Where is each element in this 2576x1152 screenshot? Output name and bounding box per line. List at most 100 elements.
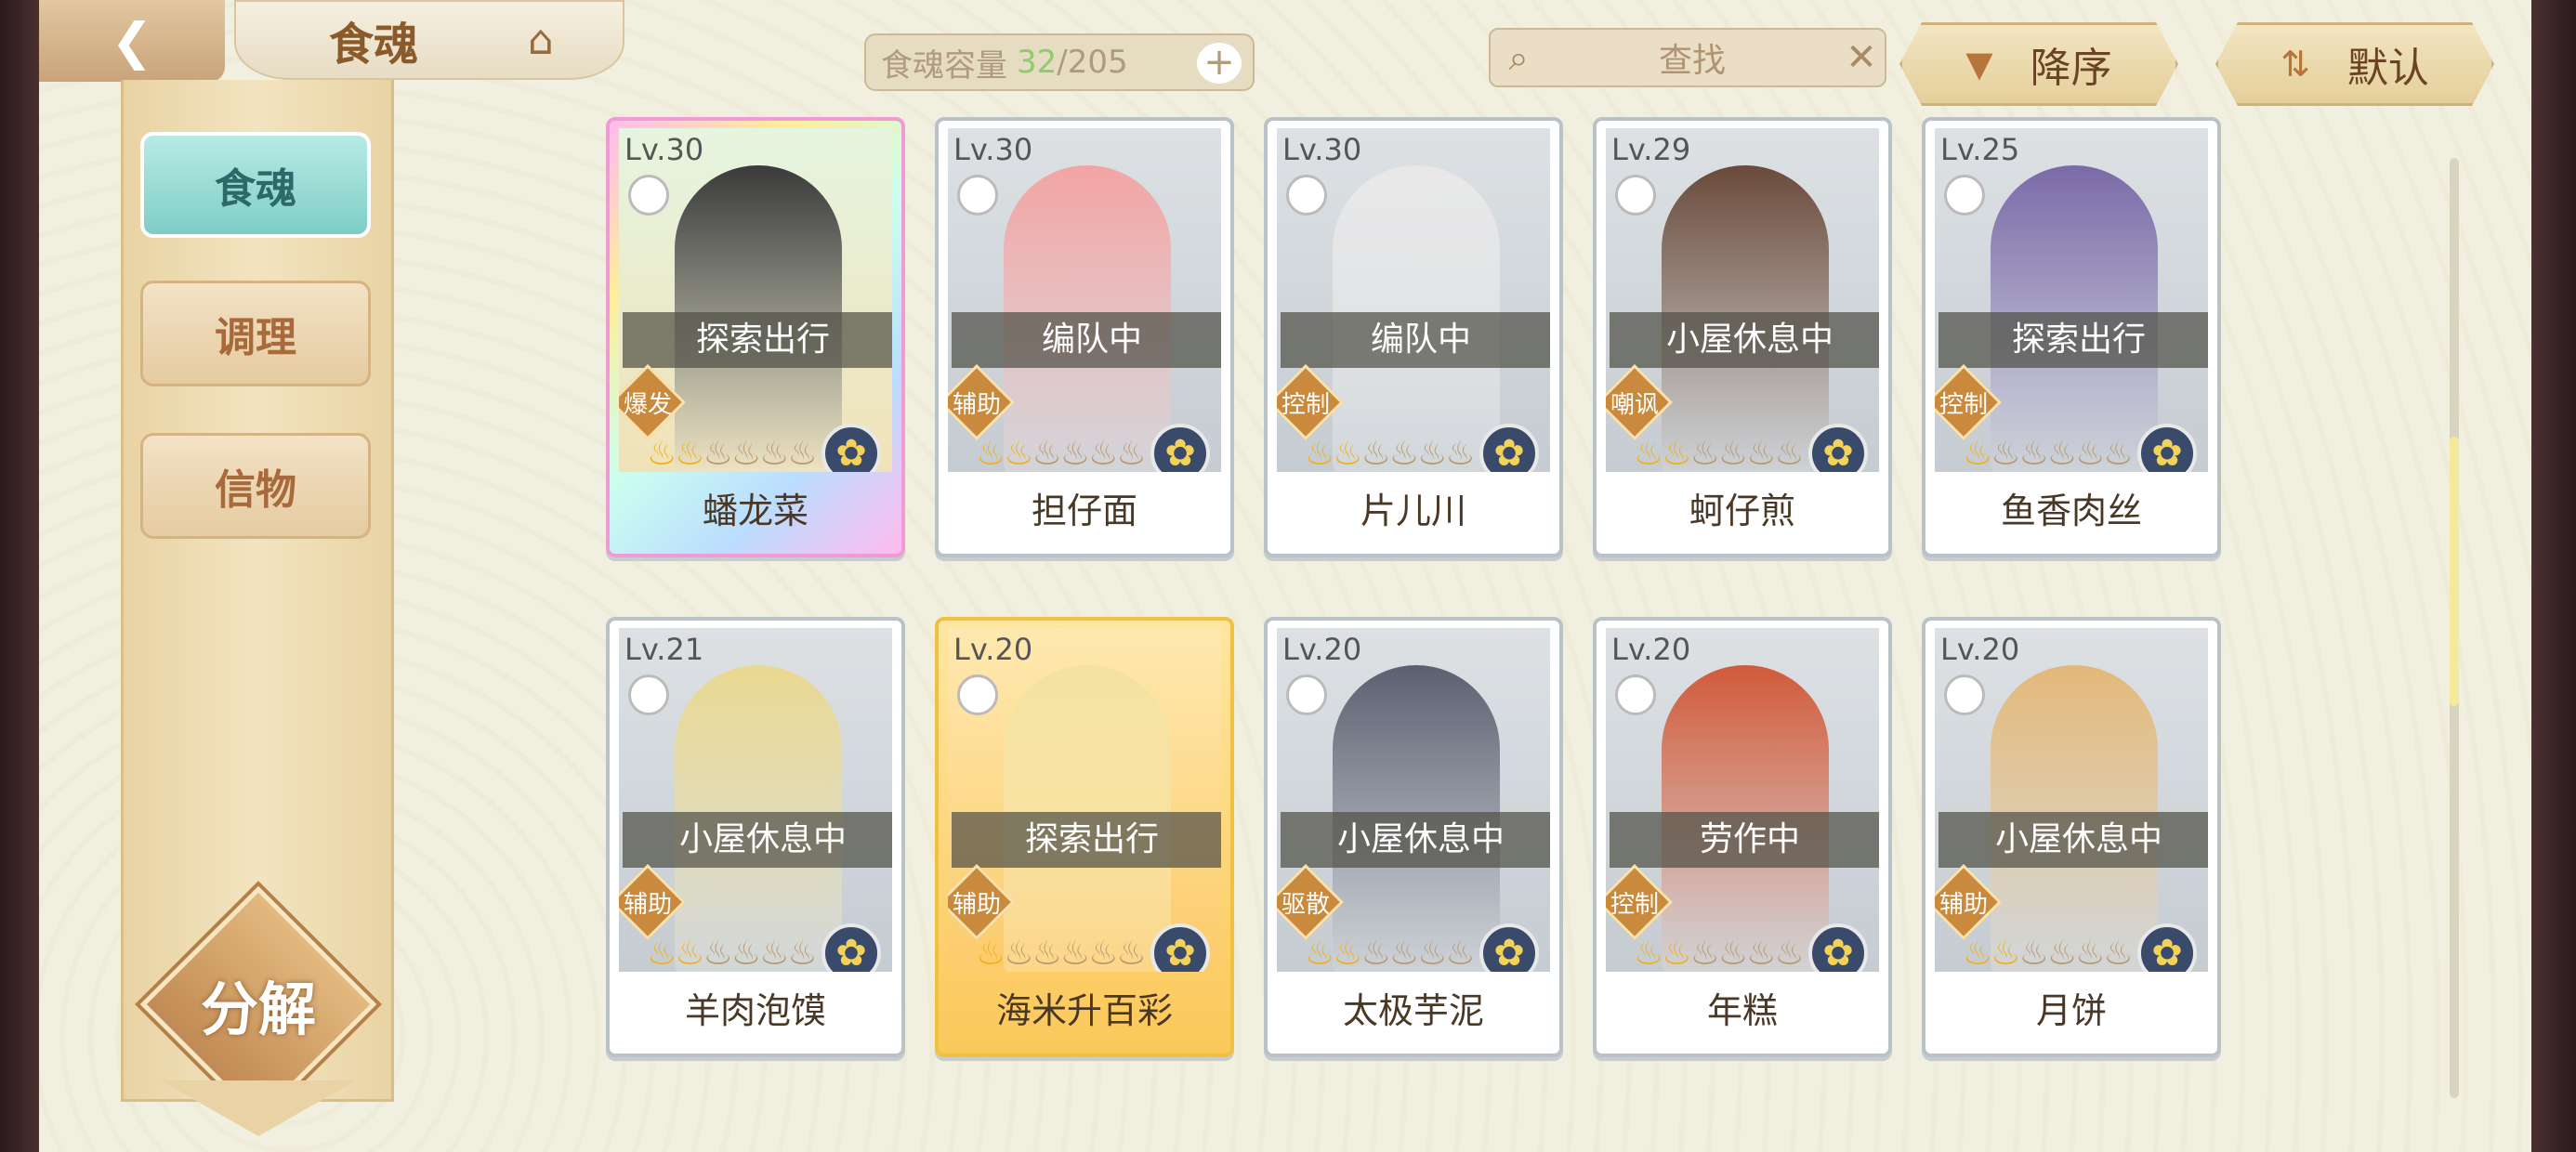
character-portrait: Lv.29 小屋休息中 嘲讽 ♨♨♨♨♨♨ ✿ [1606, 128, 1879, 472]
star-rating: ♨♨♨♨♨♨ [1305, 935, 1476, 972]
sidebar-item-token[interactable]: 信物 [140, 433, 371, 539]
decompose-label: 分解 [200, 975, 316, 1043]
star-rating: ♨♨♨♨♨♨ [647, 435, 818, 472]
decompose-button[interactable]: 分解 [139, 885, 377, 1123]
food-soul-card[interactable]: Lv.30 探索出行爆发 ♨♨♨♨♨♨ ✿ 蟠龙菜 [606, 117, 905, 557]
search-box[interactable]: ⌕ 查找 ✕ [1489, 28, 1886, 87]
role-label: 爆发 [624, 390, 673, 419]
sidebar: 食魂 调理 信物 分解 [121, 80, 394, 1123]
back-button[interactable]: ❮ [39, 0, 225, 82]
food-soul-card[interactable]: Lv.25 探索出行 控制 ♨♨♨♨♨♨ ✿ 鱼香肉丝 [1922, 117, 2221, 557]
level-label: Lv.29 [1611, 132, 1691, 167]
element-flower-icon: ✿ [1479, 424, 1539, 472]
lock-icon[interactable] [1615, 175, 1656, 216]
lock-icon[interactable] [628, 175, 669, 216]
sort-mode-button[interactable]: ⇅ 默认 [2215, 22, 2494, 106]
sort-arrows-icon: ⇅ [2280, 44, 2310, 85]
element-flower-icon: ✿ [821, 923, 881, 972]
status-banner: 探索出行 [952, 812, 1221, 868]
character-portrait: Lv.20 探索出行 辅助 ♨♨♨♨♨♨ ✿ [948, 628, 1221, 972]
app: ❮ 食魂 ⌂ 食魂容量 32 /205 + ⌕ 查找 ✕ ▼ 降序 ⇅ 默认 食… [39, 0, 2531, 1152]
card-name: 羊肉泡馍 [684, 990, 826, 1031]
food-soul-card[interactable]: Lv.20 小屋休息中驱散 ♨♨♨♨♨♨ ✿ 太极芋泥 [1264, 617, 1563, 1057]
food-soul-card[interactable]: Lv.20 小屋休息中 辅助 ♨♨♨♨♨♨ ✿ 月饼 [1922, 617, 2221, 1057]
card-name: 太极芋泥 [1342, 990, 1484, 1031]
food-soul-grid: Lv.30 探索出行 爆发 ♨♨♨♨♨♨ ✿ 蟠龙菜 Lv.30 编队中 辅助 ♨♨♨♨♨♨ ✿ 担仔… [606, 117, 2260, 1065]
status-banner: 探索出行 [1939, 312, 2208, 368]
lock-icon[interactable] [957, 175, 998, 216]
role-label: 辅助 [624, 890, 673, 919]
sort-mode-label: 默认 [2346, 45, 2429, 92]
card-name: 鱼香肉丝 [2000, 491, 2142, 531]
status-banner: 小屋休息中 [1939, 812, 2208, 868]
element-flower-icon: ✿ [2137, 424, 2197, 472]
status-banner: 编队中 [952, 312, 1221, 368]
sort-order-button[interactable]: ▼ 降序 [1899, 22, 2178, 106]
sidebar-item-cook[interactable]: 调理 [140, 281, 371, 386]
lock-icon[interactable] [628, 674, 669, 715]
element-flower-icon: ✿ [1479, 923, 1539, 972]
lock-icon[interactable] [1615, 674, 1656, 715]
left-frame [0, 0, 39, 1152]
role-label: 嘲讽 [1610, 390, 1660, 419]
scrollbar-thumb[interactable] [2450, 437, 2459, 706]
add-capacity-button[interactable]: + [1197, 43, 1242, 84]
card-name: 年糕 [1706, 990, 1778, 1031]
food-soul-card[interactable]: Lv.20 探索出行 辅助 ♨♨♨♨♨♨ ✿ 海米升百彩 [935, 617, 1234, 1057]
star-rating: ♨♨♨♨♨♨ [1963, 935, 2134, 972]
status-banner: 探索出行 [623, 312, 892, 368]
role-label: 辅助 [1939, 890, 1989, 919]
element-flower-icon: ✿ [1150, 923, 1210, 972]
capacity-box: 食魂容量 32 /205 + [864, 33, 1255, 91]
character-portrait: Lv.20 劳作中 控制 ♨♨♨♨♨♨ ✿ [1606, 628, 1879, 972]
star-rating: ♨♨♨♨♨♨ [976, 435, 1147, 472]
element-flower-icon: ✿ [821, 424, 881, 472]
character-portrait: Lv.20 小屋休息中驱散 ♨♨♨♨♨♨ ✿ [1277, 628, 1550, 972]
card-name: 担仔面 [1031, 491, 1137, 531]
capacity-current: 32 [1017, 44, 1058, 81]
food-soul-card[interactable]: Lv.21 小屋休息中 辅助 ♨♨♨♨♨♨ ✿ 羊肉泡馍 [606, 617, 905, 1057]
role-label: 驱散 [1281, 890, 1331, 919]
sort-order-label: 降序 [2030, 45, 2112, 92]
element-flower-icon: ✿ [2137, 923, 2197, 972]
level-label: Lv.30 [1282, 132, 1362, 167]
star-rating: ♨♨♨♨♨♨ [1963, 435, 2134, 472]
food-soul-card[interactable]: Lv.30 编队中 控制 ♨♨♨♨♨♨ ✿ 片儿川 [1264, 117, 1563, 557]
status-banner: 小屋休息中 [1610, 312, 1879, 368]
lock-icon[interactable] [1944, 674, 1985, 715]
level-label: Lv.20 [1282, 632, 1362, 667]
search-icon: ⌕ [1508, 36, 1529, 78]
food-soul-card[interactable]: Lv.30 编队中 辅助 ♨♨♨♨♨♨ ✿ 担仔面 [935, 117, 1234, 557]
role-label: 辅助 [953, 890, 1002, 919]
sidebar-item-label: 食魂 [215, 165, 296, 213]
star-rating: ♨♨♨♨♨♨ [1305, 435, 1476, 472]
card-name: 海米升百彩 [995, 990, 1173, 1031]
element-flower-icon: ✿ [1808, 424, 1868, 472]
role-label: 辅助 [953, 390, 1002, 419]
food-soul-card[interactable]: Lv.20 劳作中 控制 ♨♨♨♨♨♨ ✿ 年糕 [1593, 617, 1892, 1057]
sidebar-item-label: 调理 [215, 314, 296, 361]
card-name: 片儿川 [1360, 491, 1466, 531]
card-name: 蟠龙菜 [702, 491, 808, 531]
lock-icon[interactable] [1944, 175, 1985, 216]
level-label: Lv.30 [624, 132, 704, 167]
page-title: 食魂 [329, 19, 419, 71]
role-label: 控制 [1610, 890, 1660, 919]
lock-icon[interactable] [1286, 175, 1327, 216]
level-label: Lv.30 [953, 132, 1033, 167]
search-input[interactable]: 查找 [1546, 33, 1838, 82]
star-rating: ♨♨♨♨♨♨ [1634, 935, 1805, 972]
status-banner: 小屋休息中 [1281, 812, 1550, 868]
clear-icon[interactable]: ✕ [1838, 36, 1885, 79]
star-rating: ♨♨♨♨♨♨ [647, 935, 818, 972]
character-portrait: Lv.30 探索出行爆发 ♨♨♨♨♨♨ ✿ [619, 128, 892, 472]
card-name: 月饼 [2035, 990, 2107, 1031]
food-soul-card[interactable]: Lv.29 小屋休息中 嘲讽 ♨♨♨♨♨♨ ✿ 蚵仔煎 [1593, 117, 1892, 557]
lock-icon[interactable] [1286, 674, 1327, 715]
right-frame [2531, 0, 2576, 1152]
lock-icon[interactable] [957, 674, 998, 715]
sidebar-item-soul[interactable]: 食魂 [140, 132, 371, 238]
level-label: Lv.20 [953, 632, 1033, 667]
character-portrait: Lv.20 小屋休息中 辅助 ♨♨♨♨♨♨ ✿ [1935, 628, 2208, 972]
home-icon[interactable]: ⌂ [513, 17, 569, 64]
